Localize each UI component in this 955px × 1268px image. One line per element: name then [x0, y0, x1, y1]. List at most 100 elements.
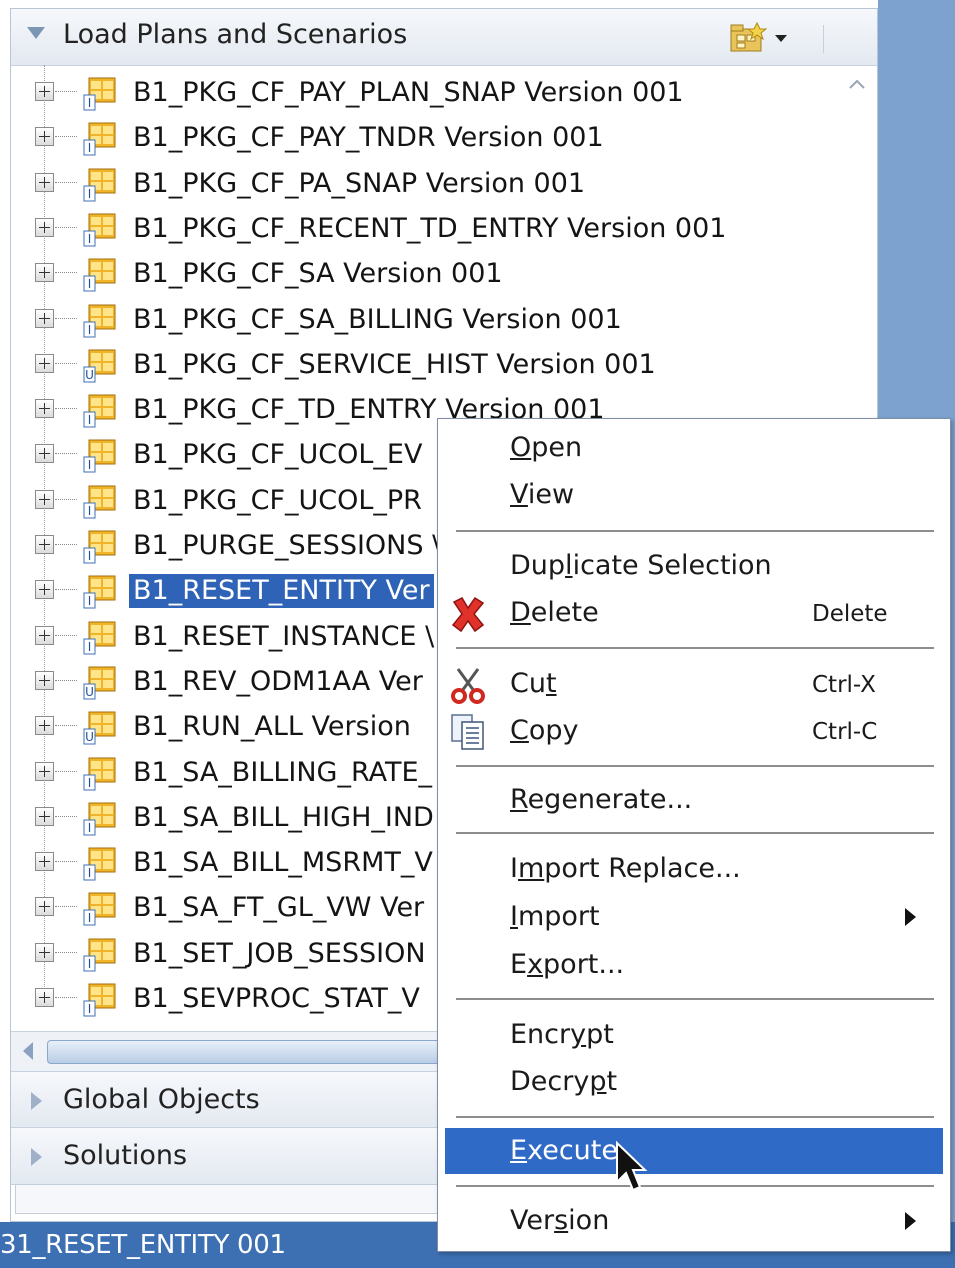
tree-row[interactable]: U B1_PKG_CF_SERVICE_HIST Version 001	[11, 343, 841, 388]
accordion-label: Global Objects	[63, 1084, 260, 1115]
scenario-badge: U	[85, 685, 94, 699]
scenario-icon: I	[83, 485, 116, 519]
expand-plus-icon[interactable]	[35, 942, 54, 962]
menu-item-version[interactable]: Version	[438, 1198, 950, 1244]
menu-item-duplicate-selection[interactable]: Duplicate Selection	[438, 543, 950, 589]
scenario-icon: I	[83, 213, 116, 247]
panel-header[interactable]: Load Plans and Scenarios	[11, 9, 877, 66]
scenario-icon: I	[83, 983, 116, 1017]
expand-plus-icon[interactable]	[35, 127, 54, 147]
expand-plus-icon[interactable]	[35, 308, 54, 328]
tree-row-label[interactable]: B1_PKG_CF_PA_SNAP Version 001	[129, 167, 589, 201]
tree-connector	[55, 317, 77, 319]
expand-plus-icon[interactable]	[35, 761, 54, 781]
expand-plus-icon[interactable]	[35, 670, 54, 690]
tree-row-label[interactable]: B1_SA_BILL_MSRMT_V	[129, 846, 437, 880]
tree-connector	[55, 408, 77, 410]
tree-row[interactable]: I B1_PKG_CF_SA_BILLING Version 001	[11, 298, 841, 343]
tree-row-label[interactable]: B1_SET_JOB_SESSION	[129, 937, 430, 971]
tree-row-label[interactable]: B1_PURGE_SESSIONS \	[129, 529, 445, 563]
expand-triangle-icon	[31, 1092, 42, 1110]
scenario-icon: I	[83, 439, 116, 473]
tree-connector	[55, 997, 77, 998]
tree-row-label[interactable]: B1_SA_FT_GL_VW Ver	[129, 891, 428, 925]
expand-plus-icon[interactable]	[35, 535, 54, 554]
scroll-up-icon[interactable]	[847, 75, 867, 95]
menu-item-open[interactable]: Open	[438, 425, 950, 471]
tree-row[interactable]: I B1_PKG_CF_PA_SNAP Version 001	[11, 162, 841, 207]
expand-plus-icon[interactable]	[35, 806, 54, 826]
tree-row-label[interactable]: B1_PKG_CF_SA_BILLING Version 001	[129, 303, 626, 337]
tree-row-label[interactable]: B1_PKG_CF_UCOL_EV	[129, 438, 426, 472]
menu-separator	[456, 530, 934, 532]
tree-row-label[interactable]: B1_SA_BILLING_RATE_	[129, 756, 436, 790]
tree-row-label[interactable]: B1_PKG_CF_SA Version 001	[129, 257, 507, 291]
menu-item-import[interactable]: Import	[438, 894, 950, 940]
menu-item-encrypt[interactable]: Encrypt	[438, 1012, 950, 1058]
tree-connector	[55, 770, 77, 772]
scrollbar-thumb[interactable]	[47, 1040, 447, 1064]
tree-row[interactable]: I B1_PKG_CF_PAY_TNDR Version 001	[11, 116, 841, 161]
tree-connector	[55, 91, 77, 92]
tree-row-label[interactable]: B1_PKG_CF_RECENT_TD_ENTRY Version 001	[129, 212, 730, 246]
tree-row-label[interactable]: B1_RUN_ALL Version	[129, 710, 415, 744]
scenario-icon: I	[83, 802, 116, 836]
tree-row-label[interactable]: B1_PKG_CF_PAY_TNDR Version 001	[129, 121, 608, 155]
menu-item-delete[interactable]: Delete Delete	[438, 590, 950, 636]
scroll-left-icon[interactable]	[23, 1042, 33, 1060]
tree-row[interactable]: I B1_PKG_CF_PAY_PLAN_SNAP Version 001	[11, 71, 841, 116]
scenario-badge: I	[88, 1002, 92, 1016]
tree-row-label[interactable]: B1_REV_ODM1AA Ver	[129, 665, 427, 699]
expand-plus-icon[interactable]	[35, 82, 54, 101]
scenario-icon: I	[83, 394, 116, 428]
menu-item-execute[interactable]: Execute	[445, 1128, 943, 1174]
expand-plus-icon[interactable]	[35, 897, 54, 917]
tree-row[interactable]: I B1_PKG_CF_SA Version 001	[11, 252, 841, 297]
menu-item-cut[interactable]: Cut Ctrl-X	[438, 661, 950, 707]
expand-plus-icon[interactable]	[35, 489, 54, 509]
tree-connector	[55, 453, 77, 455]
scenario-icon: I	[83, 77, 116, 111]
tree-connector	[55, 815, 77, 817]
menu-item-import-replace[interactable]: Import Replace...	[438, 846, 950, 892]
tree-row[interactable]: I B1_PKG_CF_RECENT_TD_ENTRY Version 001	[11, 207, 841, 252]
tree-row-label[interactable]: B1_PKG_CF_UCOL_PR	[129, 484, 426, 518]
tree-row-label[interactable]: B1_RESET_ENTITY Ver	[129, 574, 434, 609]
menu-item-export[interactable]: Export...	[438, 942, 950, 988]
tree-connector	[55, 136, 77, 138]
expand-plus-icon[interactable]	[35, 263, 54, 283]
expand-plus-icon[interactable]	[35, 217, 54, 237]
expand-plus-icon[interactable]	[35, 172, 54, 192]
menu-item-copy[interactable]: Copy Ctrl-C	[438, 708, 950, 754]
menu-separator	[456, 998, 934, 1000]
menu-item-regenerate[interactable]: Regenerate...	[438, 777, 950, 823]
expand-plus-icon[interactable]	[35, 625, 54, 645]
menu-separator	[456, 765, 934, 767]
scenario-badge: U	[85, 730, 94, 744]
expand-plus-icon[interactable]	[35, 988, 54, 1007]
menu-item-decrypt[interactable]: Decrypt	[438, 1059, 950, 1105]
scenario-badge: I	[88, 640, 92, 654]
scenario-icon: I	[83, 530, 116, 564]
scenario-folder-add-icon[interactable]	[729, 21, 795, 55]
collapse-triangle-icon[interactable]	[27, 27, 45, 39]
expand-plus-icon[interactable]	[35, 852, 54, 872]
menu-item-view[interactable]: View	[438, 472, 950, 518]
expand-plus-icon[interactable]	[35, 716, 54, 736]
expand-plus-icon[interactable]	[35, 580, 54, 600]
scenario-icon: U	[83, 666, 116, 700]
tree-row-label[interactable]: B1_SEVPROC_STAT_V	[129, 982, 424, 1016]
tree-connector	[55, 272, 77, 274]
expand-plus-icon[interactable]	[35, 353, 54, 373]
tree-connector	[55, 951, 77, 953]
tree-row-label[interactable]: B1_RESET_INSTANCE \	[129, 620, 438, 654]
expand-plus-icon[interactable]	[35, 399, 54, 419]
menu-separator	[456, 1116, 934, 1118]
expand-plus-icon[interactable]	[35, 444, 54, 464]
tree-row-label[interactable]: B1_PKG_CF_PAY_PLAN_SNAP Version 001	[129, 76, 688, 110]
tree-row-label[interactable]: B1_SA_BILL_HIGH_IND	[129, 801, 438, 835]
tree-connector	[55, 679, 77, 681]
tree-connector	[55, 906, 77, 908]
scenario-badge: I	[88, 549, 92, 563]
tree-row-label[interactable]: B1_PKG_CF_SERVICE_HIST Version 001	[129, 348, 660, 382]
